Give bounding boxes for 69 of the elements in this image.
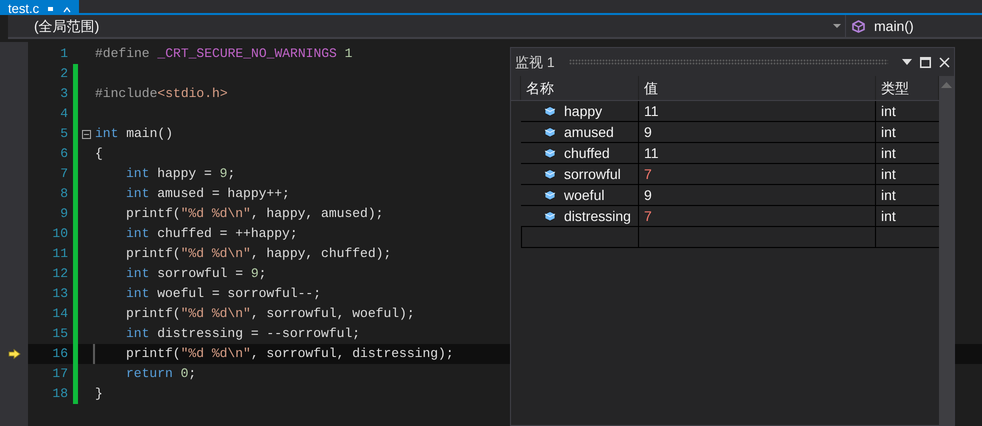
variable-name-cell[interactable]: happy	[521, 101, 639, 121]
line-number: 18	[51, 385, 68, 404]
line-number: 10	[51, 225, 68, 244]
value-cell[interactable]: 11	[639, 101, 876, 121]
maximize-icon[interactable]	[920, 56, 931, 68]
line-number: 14	[51, 305, 68, 324]
line-number: 5	[59, 125, 68, 144]
line-number: 7	[59, 165, 68, 184]
value-cell[interactable]: 7	[639, 164, 876, 184]
column-header[interactable]: 名称	[521, 76, 639, 100]
code-line: }	[95, 385, 103, 404]
watch-window-title: 监视 1	[515, 52, 555, 72]
cube-icon	[852, 20, 865, 32]
value-cell[interactable]: 7	[639, 206, 876, 226]
line-number: 11	[51, 245, 68, 264]
file-tab[interactable]: test.c	[0, 0, 80, 13]
variable-name-cell[interactable]: amused	[521, 122, 639, 142]
line-number: 12	[51, 265, 68, 284]
variable-icon	[544, 210, 556, 222]
value-cell[interactable]: 9	[639, 122, 876, 142]
collapse-icon[interactable]	[82, 130, 91, 138]
code-line: printf("%d %d\n", sorrowful, woeful);	[125, 305, 415, 324]
line-number: 8	[59, 185, 68, 204]
value-cell[interactable]: 9	[639, 185, 876, 205]
type-cell-text: int	[880, 206, 897, 226]
code-line: int amused = happy++;	[125, 185, 290, 204]
code-line: int chuffed = ++happy;	[125, 225, 298, 244]
variable-icon	[544, 105, 556, 117]
scope-dropdown[interactable]: (全局范围)	[34, 16, 100, 36]
line-number: 2	[59, 65, 68, 84]
code-line: #define _CRT_SECURE_NO_WARNINGS 1	[95, 45, 352, 64]
code-line: int happy = 9;	[125, 165, 236, 184]
code-line: int sorrowful = 9;	[125, 265, 266, 284]
code-line: {	[95, 145, 103, 164]
value-cell[interactable]: 11	[639, 143, 876, 163]
variable-name-cell[interactable]: chuffed	[521, 143, 639, 163]
code-line: return 0;	[125, 365, 196, 384]
type-cell-text: int	[880, 144, 897, 162]
line-number: 6	[59, 145, 68, 164]
line-number: 1	[59, 45, 68, 64]
line-number: 4	[59, 105, 68, 124]
line-number: 17	[51, 365, 68, 384]
line-number: 16	[51, 345, 68, 364]
variable-icon	[544, 189, 556, 201]
line-number: 9	[59, 205, 68, 224]
code-line: int distressing = --sorrowful;	[125, 325, 360, 344]
code-line: printf("%d %d\n", happy, amused);	[125, 205, 384, 224]
type-cell-text: int	[880, 186, 897, 204]
column-header[interactable]: 值	[639, 76, 876, 100]
dropdown-arrow-icon[interactable]	[833, 24, 841, 28]
type-cell-text: int	[880, 122, 897, 142]
dropdown-arrow-icon[interactable]	[902, 59, 912, 65]
variable-icon	[544, 168, 556, 180]
variable-name-cell[interactable]: woeful	[521, 185, 639, 205]
type-cell-text: int	[880, 164, 897, 184]
line-number: 13	[51, 285, 68, 304]
type-cell-text: int	[880, 102, 897, 120]
variable-name-cell[interactable]: sorrowful	[521, 164, 639, 184]
line-number: 15	[51, 325, 68, 344]
code-line: printf("%d %d\n", happy, chuffed);	[125, 245, 392, 264]
variable-icon	[544, 147, 556, 159]
code-line: printf("%d %d\n", sorrowful, distressing);	[125, 345, 454, 364]
variable-name-cell[interactable]: distressing	[521, 206, 639, 226]
variable-icon	[544, 126, 556, 138]
function-dropdown[interactable]: main()	[846, 16, 982, 36]
code-line: #include<stdio.h>	[95, 85, 228, 104]
code-line: int main()	[95, 125, 174, 144]
code-line: int woeful = sorrowful--;	[125, 285, 322, 304]
line-number: 3	[59, 85, 68, 104]
